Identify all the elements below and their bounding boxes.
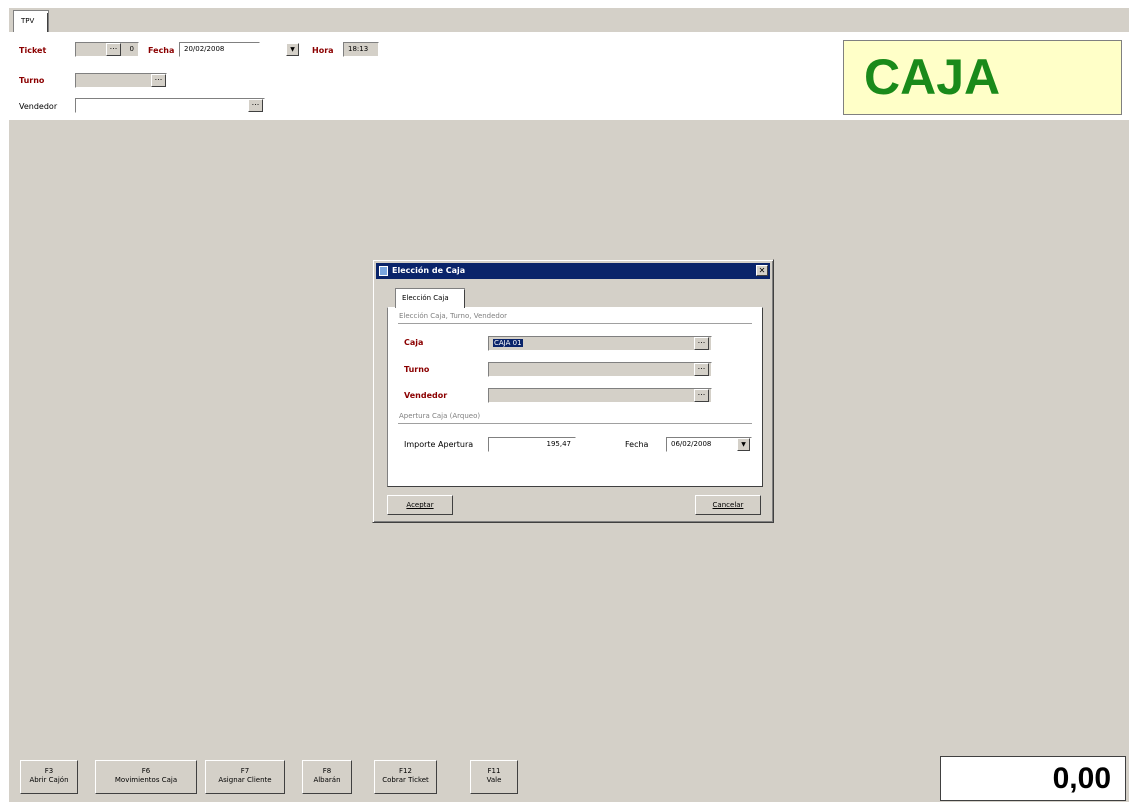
total-display: 0,00 <box>940 756 1126 801</box>
group-divider <box>398 323 752 324</box>
importe-apertura-value: 195,47 <box>546 440 572 448</box>
fkey-code: F12 <box>399 767 412 775</box>
dialog-titlebar[interactable]: Elección de Caja ✕ <box>376 263 770 279</box>
dialog-vendedor-field[interactable] <box>488 388 712 403</box>
fkey-code: F6 <box>141 767 151 775</box>
f3-abrir-cajon-button[interactable]: F3 Abrir Cajón <box>20 760 78 794</box>
fecha-dropdown-icon[interactable]: ▼ <box>286 43 299 56</box>
accept-button[interactable]: Aceptar <box>387 495 453 515</box>
cancel-button[interactable]: Cancelar <box>695 495 761 515</box>
tab-eleccion-caja[interactable]: Elección Caja <box>395 288 465 308</box>
fkey-label: Asignar Cliente <box>218 776 272 784</box>
fkey-label: Vale <box>486 776 502 784</box>
fecha-field[interactable]: 20/02/2008 <box>179 42 260 57</box>
dialog-fecha-dropdown-icon[interactable]: ▼ <box>737 438 750 451</box>
dialog-tab-edge <box>464 290 465 308</box>
fkey-label: Cobrar Ticket <box>382 776 429 784</box>
dialog-fecha-label: Fecha <box>625 440 649 449</box>
dialog-panel: Elección Caja, Turno, Vendedor Caja CAJA… <box>387 307 763 487</box>
vendedor-label: Vendedor <box>19 102 58 111</box>
fkey-code: F7 <box>240 767 250 775</box>
caja-value: CAJA 01 <box>493 339 523 347</box>
dialog-fecha-value: 06/02/2008 <box>671 440 712 448</box>
close-icon[interactable]: ✕ <box>756 265 768 276</box>
tab-tpv-label: TPV <box>21 17 35 25</box>
fecha-label: Fecha <box>148 46 175 55</box>
fkey-label: Movimientos Caja <box>114 776 178 784</box>
tab-edge <box>47 13 48 32</box>
fkey-code: F11 <box>487 767 501 775</box>
importe-apertura-label: Importe Apertura <box>404 440 474 449</box>
dialog-vendedor-label: Vendedor <box>404 391 448 400</box>
cancel-label: Cancelar <box>712 501 744 509</box>
caja-lookup-button[interactable]: ... <box>694 337 709 350</box>
group-title-eleccion: Elección Caja, Turno, Vendedor <box>399 312 508 320</box>
turno-label: Turno <box>19 76 45 85</box>
tab-strip: TPV <box>9 8 1129 34</box>
dialog-vendedor-lookup-button[interactable]: ... <box>694 389 709 402</box>
ticket-lookup-button[interactable]: ... <box>106 43 121 56</box>
fkey-label: Abrir Cajón <box>29 776 69 784</box>
mode-banner: CAJA <box>843 40 1122 115</box>
vendedor-field[interactable] <box>75 98 265 113</box>
app-icon <box>379 266 388 276</box>
hora-value: 18:13 <box>348 45 369 53</box>
hora-label: Hora <box>312 46 334 55</box>
dialog-title: Elección de Caja <box>392 266 466 275</box>
fkey-code: F8 <box>322 767 332 775</box>
group-divider-2 <box>398 423 752 424</box>
ticket-number-value: 0 <box>129 45 134 53</box>
tab-tpv[interactable]: TPV <box>13 10 49 34</box>
ticket-label: Ticket <box>19 46 47 55</box>
dialog-turno-label: Turno <box>404 365 430 374</box>
dialog-tab-label: Elección Caja <box>402 294 449 302</box>
pos-window: TPV Ticket 0 ... Fecha 20/02/2008 ▼ Hora… <box>9 8 1129 802</box>
importe-apertura-field[interactable]: 195,47 <box>488 437 576 452</box>
vendedor-lookup-button[interactable]: ... <box>248 99 263 112</box>
caja-label: Caja <box>404 338 424 347</box>
turno-lookup-button[interactable]: ... <box>151 74 166 87</box>
f8-albaran-button[interactable]: F8 Albarán <box>302 760 352 794</box>
fkey-label: Albarán <box>313 776 341 784</box>
fkey-code: F3 <box>44 767 54 775</box>
caja-field[interactable]: CAJA 01 <box>488 336 712 351</box>
dialog-turno-lookup-button[interactable]: ... <box>694 363 709 376</box>
f6-movimientos-caja-button[interactable]: F6 Movimientos Caja <box>95 760 197 794</box>
fecha-value: 20/02/2008 <box>184 45 225 53</box>
f12-cobrar-ticket-button[interactable]: F12 Cobrar Ticket <box>374 760 437 794</box>
group-title-apertura: Apertura Caja (Arqueo) <box>399 412 481 420</box>
hora-field: 18:13 <box>343 42 379 57</box>
ticket-header: Ticket 0 ... Fecha 20/02/2008 ▼ Hora 18:… <box>9 32 1129 120</box>
f7-asignar-cliente-button[interactable]: F7 Asignar Cliente <box>205 760 285 794</box>
accept-label: Aceptar <box>406 501 434 509</box>
f11-vale-button[interactable]: F11 Vale <box>470 760 518 794</box>
dialog-turno-field[interactable] <box>488 362 712 377</box>
caja-selection-dialog: Elección de Caja ✕ Elección Caja Elecció… <box>372 259 774 523</box>
